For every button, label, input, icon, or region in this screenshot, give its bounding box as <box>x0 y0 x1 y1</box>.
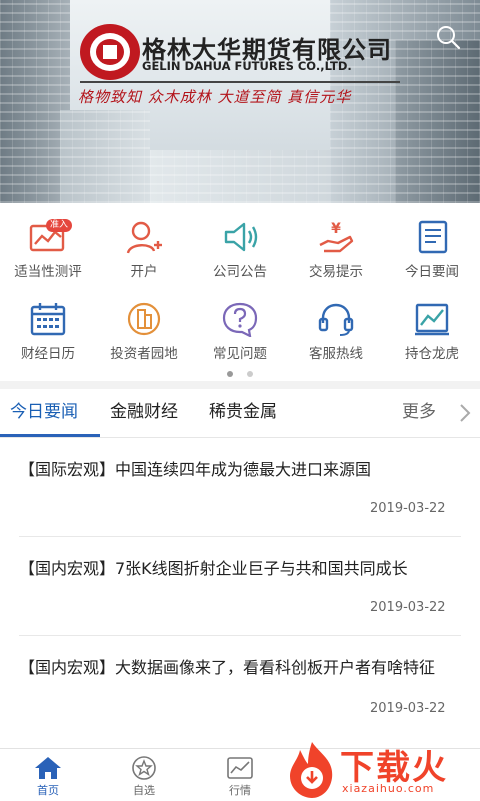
news-date: 2019-03-22 <box>370 501 446 516</box>
tab-today-news[interactable]: 今日要闻 <box>10 389 78 437</box>
menu-item-faq[interactable]: 常见问题 <box>192 285 288 365</box>
company-name-en: GELIN DAHUA FUTURES CO.,LTD. <box>142 59 352 73</box>
menu-item-label: 开户 <box>130 264 158 280</box>
news-tabs: 今日要闻 金融财经 稀贵金属 更多 <box>0 389 480 438</box>
logo-divider <box>80 81 400 83</box>
news-date: 2019-03-22 <box>370 701 446 716</box>
access-badge: 准入 <box>46 219 73 232</box>
menu-item-label: 投资者园地 <box>110 346 178 362</box>
watermark-url: xiazaihuo.com <box>342 782 435 795</box>
menu-item-trading-tips[interactable]: ¥ 交易提示 <box>288 203 384 283</box>
section-divider <box>0 381 480 389</box>
nav-label: 首页 <box>37 784 59 797</box>
page-dot-active[interactable] <box>227 371 233 377</box>
calendar-icon <box>30 303 66 336</box>
building-image <box>150 150 330 203</box>
nav-market[interactable]: 行情 <box>192 749 288 801</box>
headset-icon <box>318 303 354 336</box>
menu-item-label: 交易提示 <box>309 264 363 280</box>
menu-item-label: 公司公告 <box>213 264 267 280</box>
news-date: 2019-03-22 <box>370 600 446 615</box>
menu-item-label: 常见问题 <box>213 346 267 362</box>
tab-precious-metals[interactable]: 稀贵金属 <box>209 389 277 437</box>
user-add-icon <box>126 221 162 254</box>
watermark: 下载火 xiazaihuo.com <box>284 738 480 800</box>
svg-text:¥: ¥ <box>331 221 341 237</box>
active-tab-indicator <box>0 434 100 437</box>
menu-item-service-hotline[interactable]: 客服热线 <box>288 285 384 365</box>
menu-item-investor-garden[interactable]: 投资者园地 <box>96 285 192 365</box>
more-tabs-button[interactable]: 更多 <box>402 389 436 437</box>
question-icon <box>222 302 258 337</box>
menu-item-label: 客服热线 <box>309 346 363 362</box>
hero-banner: 格林大华期货有限公司 GELIN DAHUA FUTURES CO.,LTD. … <box>0 0 480 203</box>
menu-item-label: 适当性测评 <box>14 264 82 280</box>
page-dot[interactable] <box>247 371 253 377</box>
chevron-right-icon[interactable] <box>458 403 472 423</box>
search-icon <box>437 26 461 50</box>
yen-hand-icon: ¥ <box>319 221 354 253</box>
speaker-icon <box>224 222 258 252</box>
page-indicator <box>0 362 480 377</box>
news-title: 【国内宏观】7张K线图折射企业巨子与共和国共同成长 <box>19 559 408 578</box>
menu-item-label: 今日要闻 <box>405 264 459 280</box>
star-icon <box>132 756 156 780</box>
news-title: 【国际宏观】中国连续四年成为德最大进口来源国 <box>19 460 372 479</box>
nav-home[interactable]: 首页 <box>0 749 96 801</box>
nav-label: 自选 <box>133 784 155 797</box>
tab-finance[interactable]: 金融财经 <box>110 389 178 437</box>
menu-item-finance-calendar[interactable]: 财经日历 <box>0 285 96 365</box>
nav-watchlist[interactable]: 自选 <box>96 749 192 801</box>
news-item[interactable]: 【国际宏观】中国连续四年成为德最大进口来源国 2019-03-22 <box>0 438 480 538</box>
flame-logo-icon <box>290 742 333 798</box>
chart-board-icon <box>415 303 449 336</box>
home-icon <box>35 757 61 779</box>
news-item[interactable]: 【国内宏观】7张K线图折射企业巨子与共和国共同成长 2019-03-22 <box>0 537 480 637</box>
search-button[interactable] <box>432 22 464 54</box>
menu-item-announcements[interactable]: 公司公告 <box>192 203 288 283</box>
buildings-icon <box>127 302 161 336</box>
menu-item-position-ranking[interactable]: 持仓龙虎 <box>384 285 480 365</box>
company-emblem-icon <box>80 24 140 80</box>
building-image <box>60 110 150 203</box>
building-image <box>395 40 480 203</box>
menu-item-open-account[interactable]: 开户 <box>96 203 192 283</box>
menu-item-suitability-test[interactable]: 准入 适当性测评 <box>0 203 96 283</box>
nav-label: 行情 <box>229 784 251 797</box>
function-grid: 准入 适当性测评 开户 公司公告 ¥ 交易提示 今日要闻 财经日历 投资者园地 … <box>0 203 480 381</box>
news-item[interactable]: 【国内宏观】大数据画像来了，看看科创板开户者有啥特征 2019-03-22 <box>0 636 480 746</box>
company-slogan: 格物致知 众木成林 大道至简 真信元华 <box>78 88 352 106</box>
menu-item-label: 财经日历 <box>21 346 75 362</box>
document-icon <box>418 220 448 254</box>
news-title: 【国内宏观】大数据画像来了，看看科创板开户者有啥特征 <box>19 658 436 677</box>
market-chart-icon <box>227 757 253 779</box>
menu-item-today-news[interactable]: 今日要闻 <box>384 203 480 283</box>
menu-item-label: 持仓龙虎 <box>405 346 459 362</box>
